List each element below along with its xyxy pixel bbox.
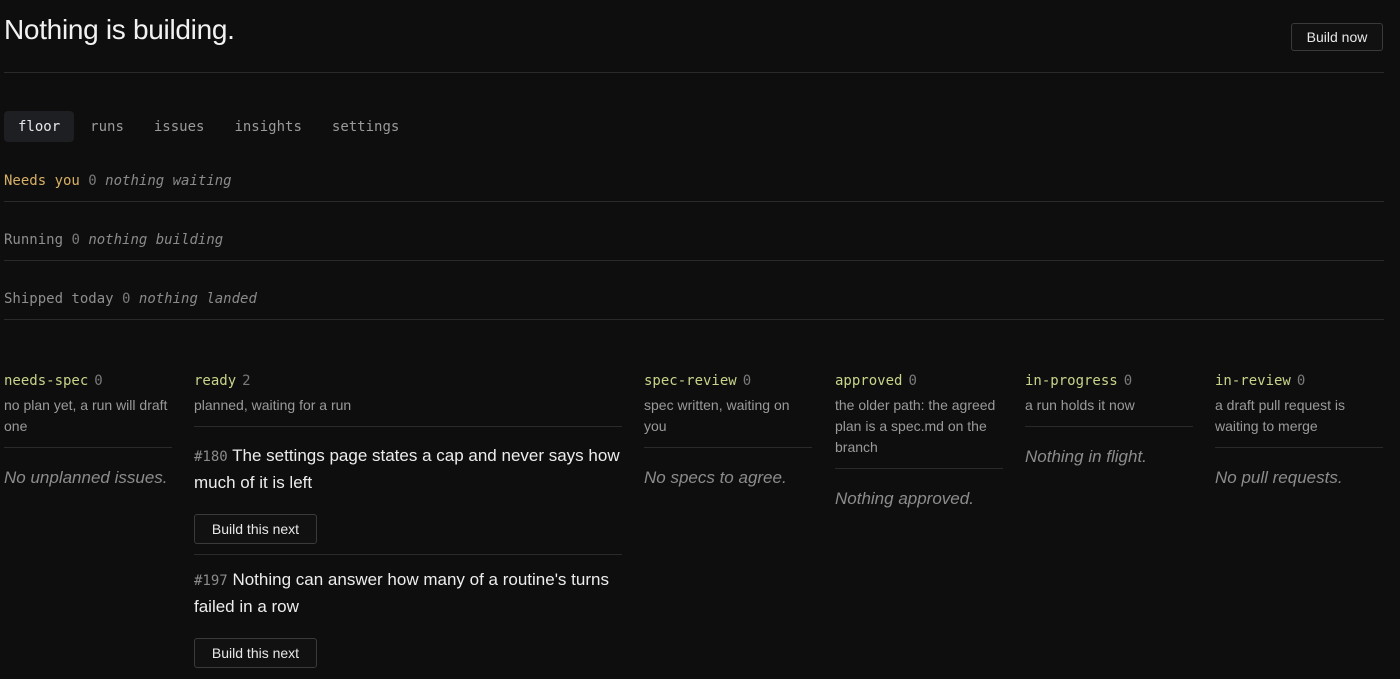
issue-number: #197: [194, 573, 228, 589]
tab-issues[interactable]: issues: [140, 111, 219, 142]
issue-title: Nothing can answer how many of a routine…: [194, 570, 609, 616]
column-count: 0: [1296, 373, 1306, 389]
column-divider: [1215, 447, 1383, 448]
header-divider: [4, 72, 1384, 73]
column-header: approved 0: [835, 373, 1003, 389]
stat-label: Shipped today: [4, 291, 114, 307]
column-description: spec written, waiting on you: [644, 397, 790, 434]
empty-state: Nothing in flight.: [1025, 447, 1147, 466]
stat-count: 0: [88, 173, 97, 189]
tab-runs[interactable]: runs: [76, 111, 138, 142]
column-name: in-review: [1215, 373, 1291, 389]
tab-insights[interactable]: insights: [220, 111, 315, 142]
column-name: spec-review: [644, 373, 737, 389]
stat-note: nothing building: [88, 232, 224, 248]
stat-divider: [4, 201, 1384, 202]
issue-card: #197 Nothing can answer how many of a ro…: [194, 555, 622, 668]
issue-number: #180: [194, 449, 228, 465]
empty-state: No unplanned issues.: [4, 468, 168, 487]
column-description: a draft pull request is waiting to merge: [1215, 397, 1345, 434]
build-this-next-button[interactable]: Build this next: [194, 514, 317, 544]
stat-running: Running 0 nothing building: [4, 232, 223, 248]
issue-title-line[interactable]: #197 Nothing can answer how many of a ro…: [194, 567, 622, 620]
stat-note: nothing waiting: [105, 173, 232, 189]
stat-label: Running: [4, 232, 64, 248]
tab-settings[interactable]: settings: [318, 111, 413, 142]
column-divider: [4, 447, 172, 448]
column-header: spec-review 0: [644, 373, 812, 389]
column-header: needs-spec 0: [4, 373, 172, 389]
column-approved: approved 0 the older path: the agreed pla…: [835, 373, 1003, 509]
build-this-next-button[interactable]: Build this next: [194, 638, 317, 668]
empty-state: No specs to agree.: [644, 468, 787, 487]
column-name: approved: [835, 373, 903, 389]
column-divider: [835, 468, 1003, 469]
empty-state: Nothing approved.: [835, 489, 974, 508]
column-description: planned, waiting for a run: [194, 397, 352, 413]
tab-bar: floor runs issues insights settings: [4, 111, 415, 142]
column-header: in-review 0: [1215, 373, 1383, 389]
column-name: needs-spec: [4, 373, 89, 389]
column-count: 0: [94, 373, 103, 389]
column-spec-review: spec-review 0 spec written, waiting on yo…: [644, 373, 812, 488]
issue-card: #180 The settings page states a cap and …: [194, 427, 622, 555]
column-name: in-progress: [1025, 373, 1118, 389]
column-count: 0: [1123, 373, 1133, 389]
column-divider: [644, 447, 812, 448]
column-header: ready 2: [194, 373, 622, 389]
stat-divider: [4, 319, 1384, 320]
stat-count: 0: [122, 291, 131, 307]
tab-floor[interactable]: floor: [4, 111, 75, 142]
stat-label: Needs you: [4, 173, 80, 189]
stat-needs-you: Needs you 0 nothing waiting: [4, 173, 232, 189]
issue-title-line[interactable]: #180 The settings page states a cap and …: [194, 443, 622, 496]
column-count: 0: [908, 373, 917, 389]
stat-count: 0: [71, 232, 80, 248]
empty-state: No pull requests.: [1215, 468, 1343, 487]
stat-note: nothing landed: [138, 291, 257, 307]
column-description: no plan yet, a run will draft one: [4, 397, 168, 434]
stat-divider: [4, 260, 1384, 261]
column-count: 0: [742, 373, 752, 389]
stat-shipped-today: Shipped today 0 nothing landed: [4, 291, 257, 307]
column-name: ready: [194, 373, 237, 389]
column-in-review: in-review 0 a draft pull request is waiti…: [1215, 373, 1383, 488]
column-needs-spec: needs-spec 0 no plan yet, a run will draf…: [4, 373, 172, 488]
page-title: Nothing is building.: [4, 14, 235, 45]
column-description: the older path: the agreed plan is a spe…: [835, 397, 996, 455]
column-count: 2: [242, 373, 251, 389]
build-now-button[interactable]: Build now: [1291, 23, 1383, 51]
column-description: a run holds it now: [1025, 397, 1135, 413]
column-header: in-progress 0: [1025, 373, 1193, 389]
column-divider: [1025, 426, 1193, 427]
column-ready: ready 2 planned, waiting for a run #180 T…: [194, 373, 622, 668]
column-in-progress: in-progress 0 a run holds it now Nothing …: [1025, 373, 1193, 467]
issue-title: The settings page states a cap and never…: [194, 446, 620, 492]
